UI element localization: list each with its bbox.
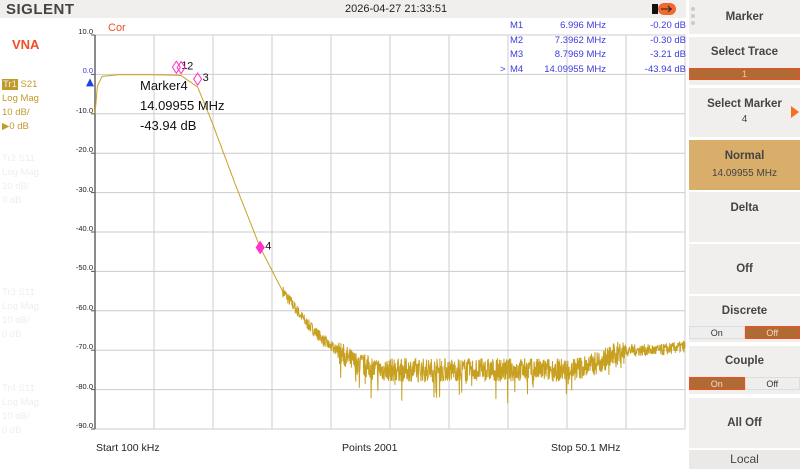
marker-readout-value: -43.94 dB: [140, 118, 197, 133]
marker-value: -3.21 dB: [650, 49, 686, 60]
marker-name: M1: [510, 20, 524, 31]
off-button[interactable]: Off: [689, 244, 800, 294]
marker-readout-freq: 14.09955 MHz: [140, 98, 225, 113]
marker-value: -0.20 dB: [650, 20, 686, 31]
discrete-off: Off: [744, 326, 800, 339]
marker-2-label: 2: [187, 61, 193, 73]
discrete-on: On: [689, 326, 745, 339]
menu-dots-icon[interactable]: [691, 7, 696, 27]
marker-freq: 7.3962 MHz: [554, 34, 606, 46]
trace-value[interactable]: 1: [689, 68, 800, 80]
marker-4-label: 4: [265, 241, 271, 253]
marker-row[interactable]: M1 6.996 MHz -0.20 dB: [500, 20, 686, 35]
marker-name: M3: [510, 49, 524, 60]
arrow-right-icon: [791, 106, 799, 118]
select-marker-button[interactable]: Select Marker 4: [689, 88, 800, 137]
menu-title-marker[interactable]: Marker: [689, 0, 800, 34]
y-tick-label: -20.0: [75, 145, 93, 155]
marker-table: M1 6.996 MHz -0.20 dB M2 7.3962 MHz -0.30 dB M…: [500, 20, 686, 78]
stop-frequency[interactable]: Stop 50.1 MHz: [551, 442, 620, 454]
y-tick-label: -40.0: [75, 224, 93, 233]
marker-name: M2: [510, 34, 524, 46]
points-count[interactable]: Points 2001: [342, 442, 397, 454]
marker-value: -43.94 dB: [644, 63, 686, 75]
start-frequency[interactable]: Start 100 kHz: [96, 442, 160, 454]
y-tick-label: -60.0: [75, 302, 93, 312]
marker-name: M4: [510, 63, 524, 75]
marker-readout-name: Marker4: [140, 78, 188, 93]
marker-row[interactable]: M2 7.3962 MHz -0.30 dB: [500, 35, 686, 50]
y-tick-label: -90.0: [75, 421, 93, 430]
y-tick-label: -50.0: [75, 263, 93, 273]
y-tick-label: -70.0: [75, 342, 93, 352]
y-tick-label: -10.0: [75, 105, 93, 115]
marker-3-label: 3: [203, 72, 209, 84]
marker-freq: 6.996 MHz: [560, 20, 606, 31]
couple-toggle[interactable]: On Off: [689, 377, 800, 390]
marker-value: -0.30 dB: [650, 34, 686, 46]
marker-selected: >: [500, 63, 506, 75]
y-tick-label: 0.0: [82, 66, 93, 76]
y-tick-label: 10.0: [78, 27, 93, 36]
couple-on: On: [689, 377, 745, 390]
couple-off: Off: [744, 377, 800, 390]
softkey-panel: Marker Select Trace 1 Select Marker 4 Nor…: [686, 0, 800, 469]
y-tick-label: -80.0: [75, 381, 93, 391]
all-off-button[interactable]: All Off: [689, 398, 800, 448]
marker-freq: 14.09955 MHz: [544, 63, 606, 75]
marker-row[interactable]: M3 8.7969 MHz -3.21 dB: [500, 49, 686, 64]
local-button[interactable]: Local: [689, 450, 800, 469]
discrete-toggle[interactable]: On Off: [689, 326, 800, 339]
marker-freq: 8.7969 MHz: [554, 49, 606, 60]
delta-button[interactable]: Delta: [689, 192, 800, 242]
y-tick-label: -30.0: [75, 184, 93, 194]
reference-level-icon: [86, 78, 94, 87]
marker-row[interactable]: > M4 14.09955 MHz -43.94 dB: [500, 64, 686, 79]
normal-button[interactable]: Normal 14.09955 MHz: [689, 140, 800, 190]
marker-4-icon: [255, 240, 265, 255]
